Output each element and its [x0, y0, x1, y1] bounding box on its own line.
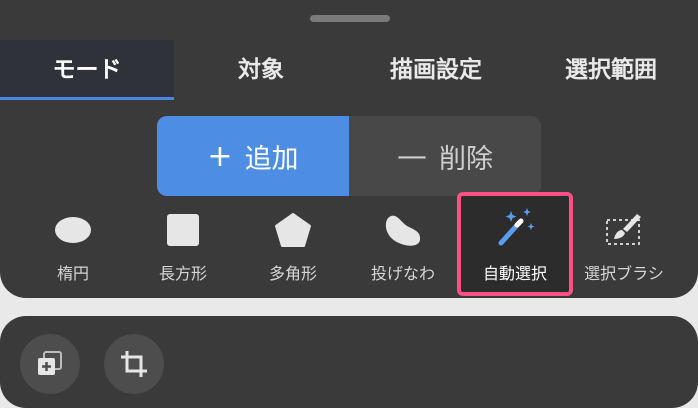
tab-bar: モード 対象 描画設定 選択範囲: [0, 40, 698, 100]
tab-selection[interactable]: 選択範囲: [524, 40, 698, 100]
tool-rectangle-label: 長方形: [158, 264, 207, 283]
tool-polygon[interactable]: 多角形: [237, 205, 349, 291]
active-tab-indicator: [0, 97, 174, 100]
lasso-icon: [385, 215, 421, 246]
tool-ellipse[interactable]: 楕円: [17, 205, 129, 291]
add-layer-icon: [38, 351, 62, 375]
tool-rectangle[interactable]: 長方形: [127, 205, 239, 291]
plus-icon: +: [207, 138, 233, 174]
minus-icon: —: [397, 138, 427, 174]
tool-selection-brush-label: 選択ブラシ: [584, 264, 664, 283]
tool-panel: モード 対象 描画設定 選択範囲 + 追加 — 削除 楕円 長方形 多角形 投げ…: [0, 0, 698, 298]
tab-mode-label: モード: [52, 57, 122, 83]
rectangle-icon: [167, 214, 199, 246]
tool-selection-brush[interactable]: 選択ブラシ: [580, 205, 692, 291]
tool-polygon-label: 多角形: [268, 264, 317, 283]
crop-button[interactable]: [104, 334, 164, 394]
tab-mode[interactable]: モード: [0, 40, 174, 100]
tool-auto-select-label: 自動選択: [482, 264, 547, 283]
delete-button[interactable]: — 削除: [349, 116, 541, 196]
ellipse-icon: [55, 217, 91, 243]
magic-wand-icon: [498, 208, 535, 246]
tool-lasso[interactable]: 投げなわ: [347, 205, 459, 291]
drag-handle[interactable]: [310, 15, 390, 22]
tab-draw-settings-label: 描画設定: [390, 57, 482, 83]
tab-target[interactable]: 対象: [174, 40, 348, 100]
selection-brush-icon: [606, 214, 641, 245]
add-button[interactable]: + 追加: [157, 116, 349, 196]
polygon-icon: [275, 213, 311, 247]
tab-target-label: 対象: [238, 57, 284, 83]
add-delete-segmented-control: + 追加 — 削除: [157, 116, 541, 196]
tool-ellipse-label: 楕円: [56, 264, 89, 283]
tab-draw-settings[interactable]: 描画設定: [348, 40, 524, 100]
crop-icon: [121, 351, 147, 377]
add-button-label: 追加: [244, 143, 299, 175]
tool-auto-select[interactable]: 自動選択: [457, 192, 573, 296]
tab-selection-label: 選択範囲: [565, 57, 657, 83]
add-layer-button[interactable]: [20, 334, 80, 394]
delete-button-label: 削除: [439, 143, 493, 175]
tool-lasso-label: 投げなわ: [370, 264, 435, 283]
